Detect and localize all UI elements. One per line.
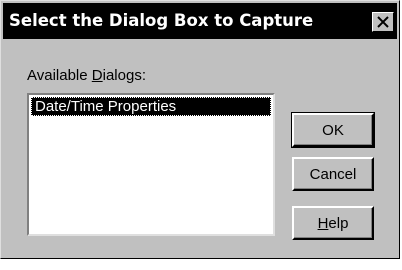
available-dialogs-label: Available Dialogs: — [27, 67, 146, 84]
list-item-date-time-properties[interactable]: Date/Time Properties — [31, 97, 271, 116]
cancel-button[interactable]: Cancel — [292, 157, 374, 191]
title-bar[interactable]: Select the Dialog Box to Capture — [3, 3, 397, 39]
close-button[interactable] — [372, 12, 394, 32]
help-button[interactable]: Help — [292, 206, 374, 240]
capture-dialog: Select the Dialog Box to Capture Availab… — [0, 0, 400, 259]
close-icon — [377, 16, 389, 28]
ok-button[interactable]: OK — [291, 112, 375, 148]
dialogs-listbox[interactable]: Date/Time Properties — [27, 93, 275, 236]
dialog-title: Select the Dialog Box to Capture — [9, 11, 314, 30]
